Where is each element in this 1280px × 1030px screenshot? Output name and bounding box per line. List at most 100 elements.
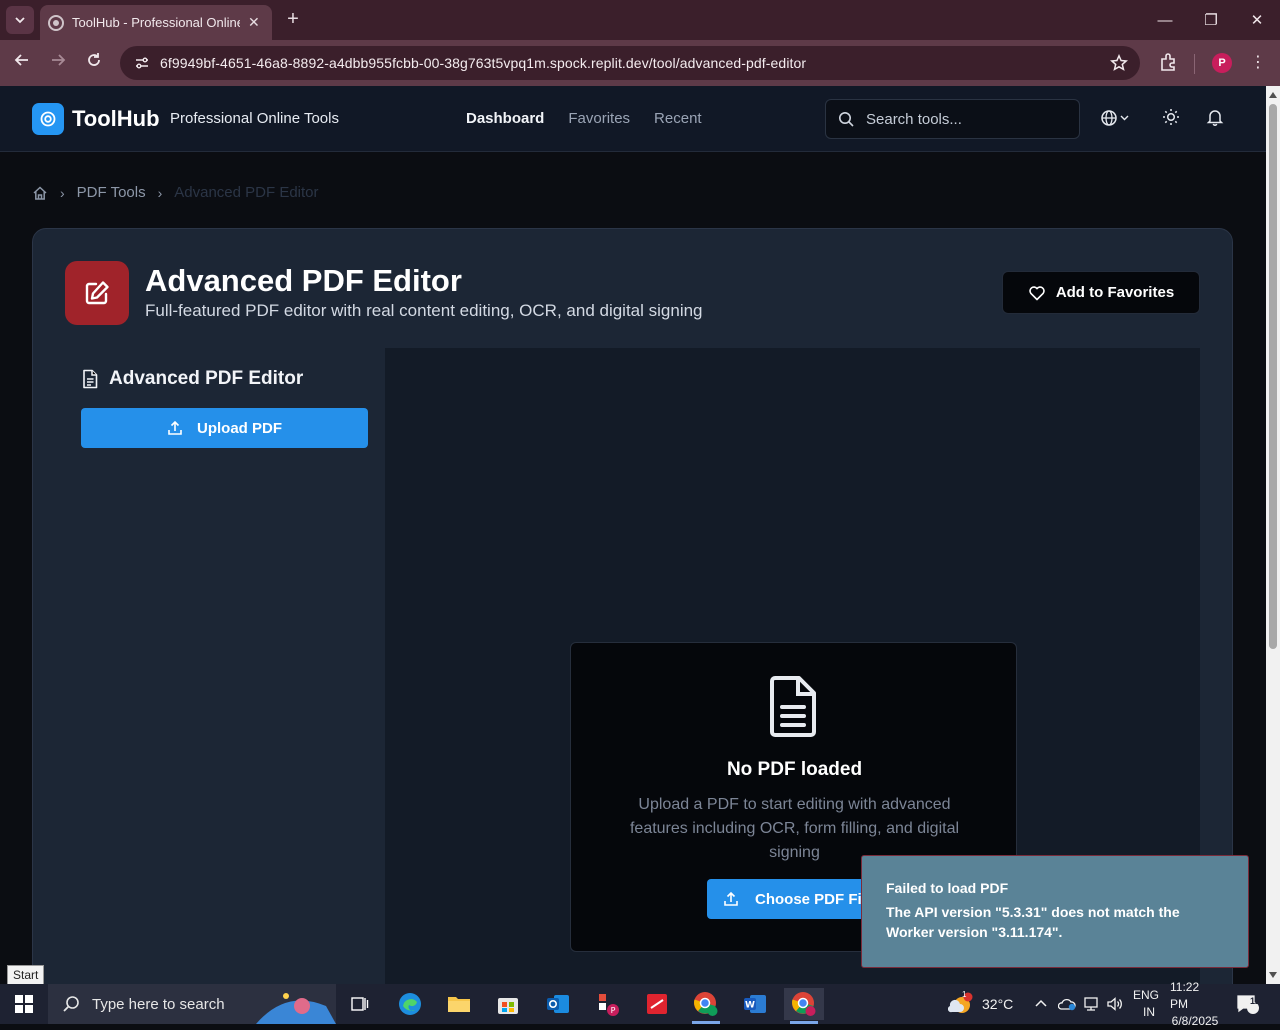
taskbar-search[interactable]: Type here to search	[48, 984, 336, 1024]
notification-count: 12	[1250, 996, 1261, 1006]
close-tab-icon[interactable]: ✕	[248, 14, 260, 31]
profile-avatar[interactable]: P	[1212, 53, 1232, 73]
breadcrumb: › PDF Tools › Advanced PDF Editor	[32, 184, 319, 201]
chrome-icon	[694, 992, 718, 1016]
error-toast[interactable]: Failed to load PDF The API version "5.3.…	[861, 855, 1249, 968]
weather-badge: 1	[962, 990, 967, 999]
home-icon[interactable]	[32, 185, 48, 201]
address-bar[interactable]: 6f9949bf-4651-46a8-8892-a4dbb955fcbb-00-…	[120, 46, 1140, 80]
search-icon	[63, 996, 79, 1012]
extensions-icon[interactable]	[1158, 52, 1178, 72]
tab-search-button[interactable]	[6, 6, 34, 34]
scroll-up-arrow-icon[interactable]	[1269, 92, 1277, 98]
upload-icon	[724, 891, 738, 906]
search-input[interactable]	[866, 110, 1066, 128]
language-menu[interactable]	[1100, 108, 1130, 133]
nav-recent[interactable]: Recent	[654, 110, 702, 127]
brand-name[interactable]: ToolHub	[72, 106, 160, 132]
taskbar-app-profile[interactable]: P	[588, 988, 628, 1020]
taskbar-file-explorer[interactable]	[439, 988, 479, 1020]
nav-favorites[interactable]: Favorites	[568, 110, 630, 127]
sun-icon	[1163, 109, 1179, 125]
notifications-button[interactable]	[1206, 108, 1224, 131]
forward-button[interactable]	[47, 52, 69, 74]
tool-icon-badge	[65, 261, 129, 325]
chrome-profile-icon	[792, 992, 816, 1016]
reload-icon	[88, 53, 100, 66]
bookmark-star-icon[interactable]	[1110, 54, 1128, 72]
store-icon	[498, 998, 518, 1014]
start-tooltip: Start	[7, 965, 45, 985]
input-language[interactable]: ENG IN	[1133, 984, 1159, 1024]
chevron-down-icon	[15, 17, 25, 24]
toast-title: Failed to load PDF	[886, 880, 1009, 896]
taskbar-chrome-2[interactable]	[784, 988, 824, 1024]
windows-logo-icon	[15, 995, 33, 1013]
editor-sidebar: Advanced PDF Editor Upload PDF	[65, 348, 385, 984]
add-to-favorites-label: Add to Favorites	[1055, 284, 1175, 301]
new-tab-button[interactable]: +	[282, 8, 304, 31]
outlook-icon	[547, 995, 569, 1013]
upload-pdf-label: Upload PDF	[197, 419, 282, 437]
taskbar-pdf-app[interactable]	[637, 988, 677, 1020]
upload-pdf-button[interactable]: Upload PDF	[81, 408, 368, 448]
document-icon	[770, 676, 816, 737]
tab-title: ToolHub - Professional Online Tools	[72, 15, 240, 30]
choose-pdf-file-label: Choose PDF File	[755, 890, 875, 908]
taskbar-word[interactable]: W	[735, 988, 775, 1020]
taskbar-microsoft-store[interactable]	[488, 988, 528, 1020]
volume-icon	[1107, 997, 1122, 1011]
sidebar-title: Advanced PDF Editor	[81, 368, 303, 390]
scroll-down-arrow-icon[interactable]	[1269, 972, 1277, 978]
edge-icon	[399, 993, 421, 1015]
globe-icon	[1101, 110, 1129, 126]
close-window-button[interactable]: ✕	[1234, 0, 1280, 40]
empty-state-title: No PDF loaded	[726, 759, 863, 780]
task-view-button[interactable]	[340, 988, 380, 1020]
start-button[interactable]	[0, 984, 48, 1024]
tray-status-icons[interactable]	[1058, 984, 1124, 1024]
word-icon: W	[744, 995, 766, 1013]
minimize-window-button[interactable]: —	[1142, 0, 1188, 40]
toast-message: The API version "5.3.31" does not match …	[886, 904, 1180, 940]
page-scrollbar[interactable]	[1266, 86, 1280, 984]
breadcrumb-pdf-tools[interactable]: PDF Tools	[77, 184, 146, 201]
theme-toggle[interactable]	[1162, 108, 1180, 131]
taskbar-edge[interactable]	[390, 988, 430, 1020]
url-text: 6f9949bf-4651-46a8-8892-a4dbb955fcbb-00-…	[160, 55, 807, 71]
folder-icon	[448, 997, 470, 1012]
weather-widget[interactable]: 1 32°C	[948, 984, 1013, 1024]
notification-center-button[interactable]: 12	[1236, 984, 1260, 1024]
scroll-thumb[interactable]	[1269, 104, 1277, 649]
reload-button[interactable]	[83, 52, 105, 74]
toolbar-divider	[1194, 54, 1195, 74]
search-highlight-illustration-icon	[256, 993, 336, 1024]
search-icon	[839, 112, 854, 127]
browser-toolbar: 6f9949bf-4651-46a8-8892-a4dbb955fcbb-00-…	[0, 40, 1280, 86]
clock[interactable]: 11:22 PM 6/8/2025	[1170, 980, 1220, 1028]
clock-time: 11:22 PM	[1170, 979, 1200, 1011]
arrow-right-icon	[52, 54, 66, 66]
file-text-icon	[83, 369, 98, 389]
page-viewport: ToolHub Professional Online Tools Dashbo…	[0, 86, 1266, 984]
arrow-left-icon	[14, 54, 28, 66]
region-code: IN	[1143, 1005, 1155, 1019]
browser-tab[interactable]: ToolHub - Professional Online Tools ✕	[40, 5, 272, 40]
back-button[interactable]	[11, 52, 33, 74]
toolhub-logo[interactable]	[32, 103, 64, 135]
network-icon	[1084, 997, 1098, 1011]
taskbar-outlook[interactable]	[538, 988, 578, 1020]
show-hidden-icons[interactable]	[1034, 984, 1048, 1024]
choose-pdf-file-button[interactable]: Choose PDF File	[707, 879, 882, 919]
restore-window-button[interactable]: ❐	[1188, 0, 1234, 40]
taskbar-chrome-1[interactable]	[686, 988, 726, 1024]
app-profile-icon: P	[599, 994, 619, 1016]
browser-tab-strip: ToolHub - Professional Online Tools ✕ + …	[0, 0, 1280, 40]
browser-menu-icon[interactable]: ⋮	[1250, 52, 1266, 72]
tool-search[interactable]	[825, 99, 1080, 139]
site-settings-icon[interactable]	[134, 55, 150, 71]
nav-dashboard[interactable]: Dashboard	[466, 110, 544, 127]
add-to-favorites-button[interactable]: Add to Favorites	[1002, 271, 1200, 314]
logo-ring-icon	[40, 111, 56, 127]
language-code: ENG	[1133, 988, 1160, 1002]
